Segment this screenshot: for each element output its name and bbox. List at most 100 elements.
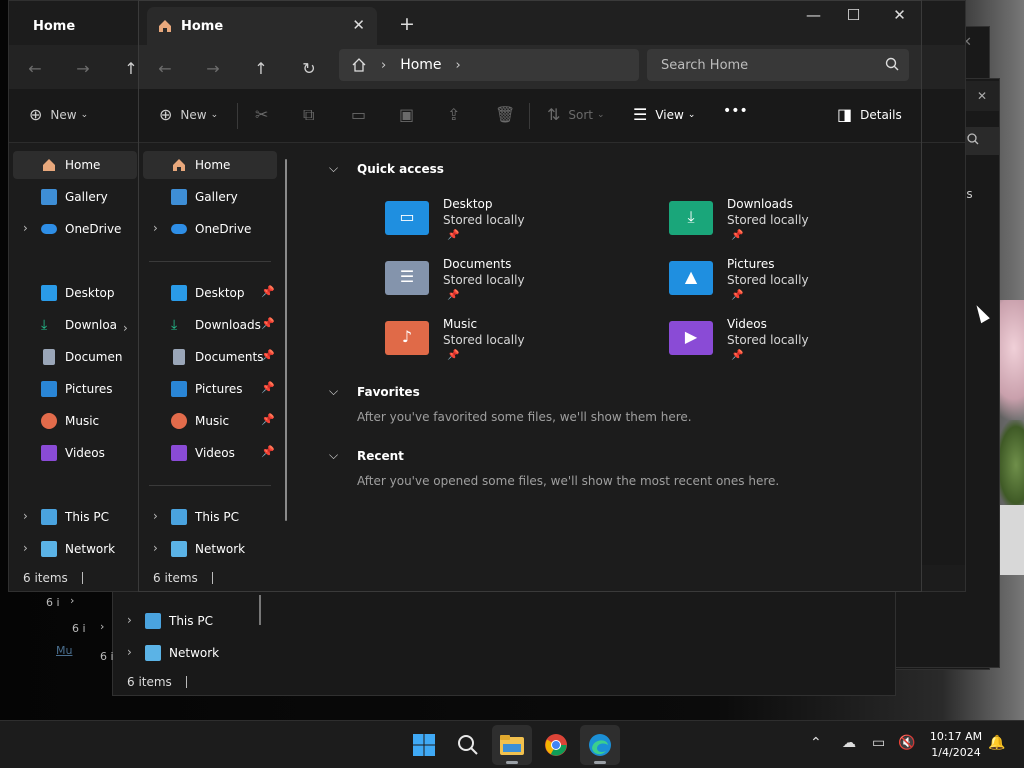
desktop-folder-icon <box>41 285 57 301</box>
forward-arrow-icon: → <box>76 58 90 78</box>
sidebar-item-onedrive[interactable]: › OneDrive <box>143 215 277 243</box>
copy-icon: ⧉ <box>303 105 315 124</box>
download-icon: ⤓ <box>171 317 178 333</box>
chevron-up-icon[interactable]: ⌃ <box>810 735 822 751</box>
ghost-sidebar-network: › Network <box>23 541 116 557</box>
network-icon[interactable]: ▭ <box>872 735 885 751</box>
chevron-right-icon: › <box>100 620 105 633</box>
paste-button[interactable]: ▭ <box>351 105 374 124</box>
sidebar-item-network[interactable]: › Network <box>143 535 277 563</box>
sidebar-item-documents[interactable]: Documents 📌 <box>143 343 277 371</box>
computer-icon <box>41 509 57 525</box>
chevron-right-icon[interactable]: › <box>456 58 461 73</box>
quick-access-item-pictures[interactable]: ▲ Pictures Stored locally 📌 <box>669 257 909 313</box>
pictures-icon <box>41 381 57 397</box>
desktop-folder-icon <box>171 285 187 301</box>
favorites-header[interactable]: ⌵ Favorites <box>329 384 420 399</box>
quick-access-header[interactable]: ⌵ Quick access <box>329 161 444 176</box>
back-button[interactable]: ← <box>151 54 179 82</box>
sidebar-item-this-pc[interactable]: › This PC <box>143 503 277 531</box>
separator <box>529 103 530 129</box>
ghost-sidebar-desktop: Desktop <box>13 279 147 307</box>
copy-button[interactable]: ⧉ <box>303 105 322 125</box>
new-button[interactable]: ⊕ New ⌄ <box>159 105 218 124</box>
sidebar-item-desktop[interactable]: Desktop 📌 <box>143 279 277 307</box>
stack-fragment-3: 6 i <box>100 650 114 663</box>
taskbar-clock[interactable]: 10:17 AM 1/4/2024 <box>922 729 990 761</box>
favorites-empty-message: After you've favorited some files, we'll… <box>357 410 692 424</box>
cloud-icon <box>171 224 187 234</box>
maximize-button[interactable]: ☐ <box>831 6 876 24</box>
taskbar-chrome[interactable] <box>536 725 576 765</box>
ghost-status-bar: 6 items <box>113 669 895 695</box>
more-options-button[interactable]: ••• <box>723 103 748 119</box>
ghost-sidebar-pictures: Pictures <box>13 375 147 403</box>
quick-access-item-downloads[interactable]: ⤓ Downloads Stored locally 📌 <box>669 197 909 253</box>
videos-icon <box>41 445 57 461</box>
sidebar-item-home[interactable]: Home <box>143 151 277 179</box>
ghost-sidebar-this-pc: › This PC <box>23 509 109 525</box>
home-icon <box>351 57 367 73</box>
sidebar-scrollbar[interactable] <box>285 159 287 521</box>
close-window-button[interactable]: ✕ <box>877 6 921 24</box>
sort-icon: ⇅ <box>547 105 561 124</box>
clock-time: 10:17 AM <box>929 730 983 743</box>
sidebar-item-videos[interactable]: Videos 📌 <box>143 439 277 467</box>
tab-home[interactable]: Home ✕ <box>147 7 377 45</box>
volume-muted-icon[interactable]: 🔇 <box>898 735 915 751</box>
wallpaper-cactus <box>996 420 1024 510</box>
close-tab-icon[interactable]: ✕ <box>352 16 365 34</box>
chevron-right-icon[interactable]: › <box>153 509 158 523</box>
taskbar-edge[interactable] <box>580 725 620 765</box>
details-button[interactable]: ◨ Details <box>837 105 902 124</box>
quick-access-item-videos[interactable]: ▶ Videos Stored locally 📌 <box>669 317 909 373</box>
view-button[interactable]: ☰ View ⌄ <box>633 105 695 124</box>
pin-icon: 📌 <box>261 445 275 458</box>
chevron-right-icon[interactable]: › <box>153 221 158 235</box>
file-explorer-window[interactable]: Home ✕ + — ☐ ✕ ← → ↑ ↻ › Home › Search H… <box>138 0 922 592</box>
sort-button[interactable]: ⇅ Sort ⌄ <box>547 105 605 124</box>
command-bar: ⊕ New ⌄ ✂ ⧉ ▭ ▣ ⇪ 🗑 ⇅ Sort ⌄ ☰ View ⌄ ••• ◨… <box>139 89 921 143</box>
quick-access-item-desktop[interactable]: ▭ Desktop Stored locally 📌 <box>385 197 625 253</box>
chevron-right-icon: › <box>70 594 75 607</box>
sidebar-item-downloads[interactable]: ⤓ Downloads 📌 <box>143 311 277 339</box>
new-tab-button[interactable]: + <box>399 13 415 35</box>
up-button[interactable]: ↑ <box>247 54 275 82</box>
chevron-down-icon: ⌄ <box>597 109 605 120</box>
home-icon <box>157 18 173 34</box>
sidebar-item-pictures[interactable]: Pictures 📌 <box>143 375 277 403</box>
start-button[interactable] <box>404 725 444 765</box>
forward-button[interactable]: → <box>199 54 227 82</box>
clock-date: 1/4/2024 <box>931 746 981 759</box>
share-button[interactable]: ⇪ <box>447 105 468 124</box>
recent-header[interactable]: ⌵ Recent <box>329 448 404 463</box>
search-icon[interactable] <box>885 57 899 71</box>
cloud-off-icon[interactable]: ☁ <box>842 735 856 751</box>
navigation-bar: ← → ↑ ↻ › Home › <box>139 45 921 89</box>
delete-button[interactable]: 🗑 <box>495 105 523 124</box>
quick-access-item-music[interactable]: ♪ Music Stored locally 📌 <box>385 317 625 373</box>
documents-folder-icon: ☰ <box>385 261 429 295</box>
quick-access-item-documents[interactable]: ☰ Documents Stored locally 📌 <box>385 257 625 313</box>
address-bar[interactable]: › Home › <box>339 49 639 81</box>
address-segment-home[interactable]: Home <box>400 57 441 73</box>
chevron-down-icon: ⌵ <box>329 384 339 398</box>
pin-icon: 📌 <box>447 230 460 241</box>
scissors-icon: ✂ <box>255 105 269 124</box>
rename-button[interactable]: ▣ <box>399 105 422 124</box>
taskbar-file-explorer[interactable] <box>492 725 532 765</box>
taskbar-search-button[interactable] <box>448 725 488 765</box>
refresh-button[interactable]: ↻ <box>295 54 323 82</box>
chevron-right-icon: › <box>123 321 128 335</box>
sidebar-item-gallery[interactable]: Gallery <box>143 183 277 211</box>
sidebar-item-music[interactable]: Music 📌 <box>143 407 277 435</box>
notification-bell-icon[interactable]: 🔔 <box>988 735 1005 751</box>
pin-icon: 📌 <box>447 350 460 361</box>
cut-button[interactable]: ✂ <box>255 105 276 124</box>
minimize-button[interactable]: — <box>791 6 836 24</box>
chevron-right-icon[interactable]: › <box>153 541 158 555</box>
pin-icon: 📌 <box>261 413 275 426</box>
chevron-down-icon: ⌵ <box>329 161 339 175</box>
search-input[interactable] <box>647 49 909 81</box>
ghost-sidebar-home: Home <box>13 151 137 179</box>
